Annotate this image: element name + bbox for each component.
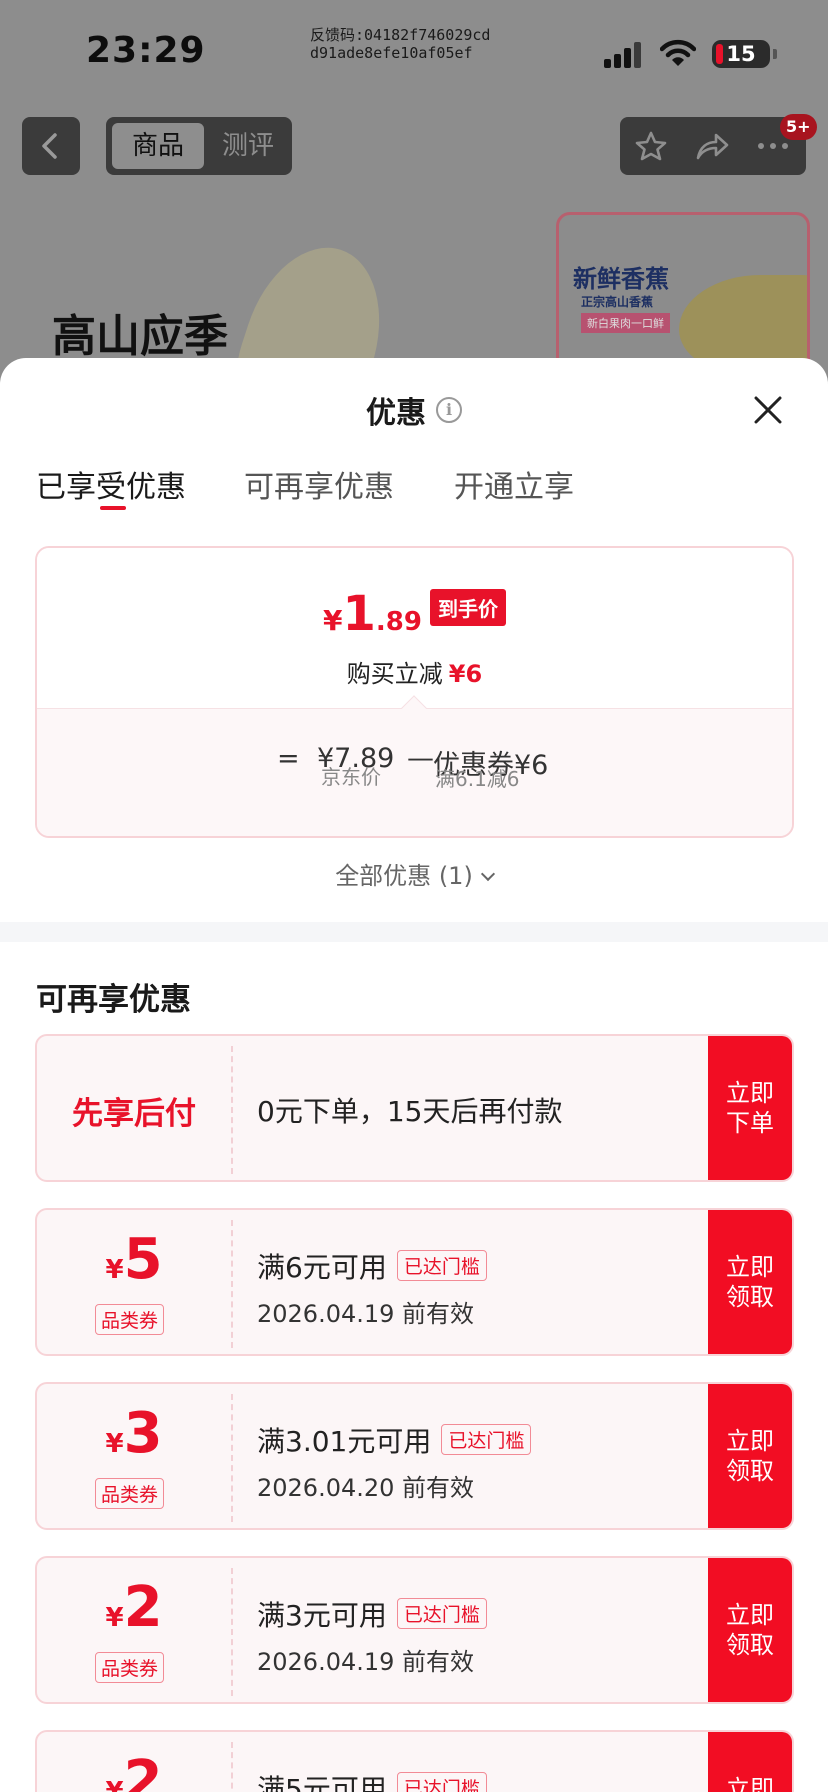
final-price: ¥1.89 到手价 — [37, 586, 792, 642]
pay-later-card: 先享后付 0元下单，15天后再付款 立即 下单 — [35, 1034, 794, 1182]
tab-enjoyed-offers[interactable]: 已享受优惠 — [36, 462, 186, 506]
coupon-condition: 满6.1减6 — [435, 767, 520, 791]
all-offers-label: 全部优惠 (1) — [335, 862, 473, 890]
pay-later-label: 先享后付 — [72, 1096, 196, 1132]
tab-more-offers[interactable]: 可再享优惠 — [244, 462, 394, 506]
more-icon[interactable] — [756, 141, 790, 151]
threshold-reached-badge: 已达门槛 — [396, 1598, 487, 1629]
product-card-tag: 新白果肉一口鲜 — [581, 313, 670, 333]
coupon-type: 品类券 — [95, 1652, 165, 1683]
battery-icon: 15 — [712, 40, 777, 68]
final-price-decimal: .89 — [375, 607, 422, 637]
coupon-card: ¥3 品类券 满3.01元可用 已达门槛 2026.04.20 前有效 立即 领取 — [35, 1382, 794, 1530]
coupon-condition: 满3元可用 已达门槛 — [257, 1594, 487, 1634]
product-card-title: 新鲜香蕉 — [573, 265, 669, 293]
section-title-more-offers: 可再享优惠 — [36, 982, 191, 1018]
share-icon[interactable] — [694, 130, 730, 162]
wifi-icon — [660, 39, 696, 66]
back-button[interactable] — [22, 117, 80, 175]
coupon-amount: ¥5 — [105, 1227, 163, 1292]
chevron-left-icon — [42, 133, 57, 159]
pay-later-text: 0元下单，15天后再付款 — [257, 1095, 563, 1128]
price-summary-card: ¥1.89 到手价 购买立减 ¥6 = ¥7.89 — 优惠券¥6 京东价 满6.1… — [35, 546, 794, 838]
threshold-reached-badge: 已达门槛 — [441, 1424, 532, 1455]
coupon-type: 品类券 — [95, 1304, 165, 1335]
background-page: 23:29 反馈码:04182f746029cd d91ade8efe10af0… — [0, 0, 828, 420]
star-icon[interactable] — [634, 130, 668, 162]
purchase-reduction: 购买立减 ¥6 — [37, 654, 792, 689]
tab-indicator — [100, 506, 126, 510]
coupon-amount: ¥3 — [105, 1401, 163, 1466]
coupon-type: 品类券 — [95, 1478, 165, 1509]
feedback-code: 反馈码:04182f746029cd d91ade8efe10af05ef — [310, 26, 490, 62]
sheet-header: 优惠 i — [0, 388, 828, 432]
threshold-reached-badge: 已达门槛 — [396, 1772, 487, 1792]
coupon-condition: 满6元可用 已达门槛 — [257, 1246, 487, 1286]
tab-open-membership[interactable]: 开通立享 — [454, 462, 574, 506]
jd-price-label: 京东价 — [321, 765, 381, 789]
price-breakdown: = ¥7.89 — 优惠券¥6 京东价 满6.1减6 — [37, 708, 792, 836]
product-tabs: 商品 测评 — [106, 117, 292, 175]
tab-review[interactable]: 测评 — [206, 123, 290, 169]
threshold-reached-badge: 已达门槛 — [396, 1250, 487, 1281]
feedback-code-line1: 反馈码:04182f746029cd — [310, 26, 491, 44]
coupon-validity: 2026.04.19 前有效 — [257, 1648, 475, 1676]
offers-sheet: 优惠 i 已享受优惠 可再享优惠 开通立享 ¥1.89 到手价 购买立减 ¥6 = ¥… — [0, 358, 828, 1792]
final-price-integer: 1 — [342, 586, 376, 642]
close-icon[interactable] — [752, 394, 784, 426]
section-divider — [0, 922, 828, 942]
battery-level: 15 — [726, 42, 756, 66]
formula-minus: — — [407, 743, 434, 774]
claim-coupon-button[interactable]: 立即 领取 — [708, 1732, 792, 1792]
sheet-title: 优惠 — [366, 396, 426, 431]
formula-equals: = — [277, 743, 300, 774]
nav-actions — [620, 117, 806, 175]
final-price-currency: ¥ — [323, 604, 343, 637]
product-card-subtitle: 正宗高山香蕉 — [581, 295, 654, 309]
chevron-down-icon — [480, 866, 495, 882]
coupon-card: ¥5 品类券 满6元可用 已达门槛 2026.04.19 前有效 立即 领取 — [35, 1208, 794, 1356]
tab-product[interactable]: 商品 — [112, 123, 204, 169]
status-time: 23:29 — [86, 30, 206, 71]
signal-icon — [604, 42, 642, 68]
coupon-validity: 2026.04.19 前有效 — [257, 1300, 475, 1328]
coupon-validity: 2026.04.20 前有效 — [257, 1474, 475, 1502]
coupon-amount: ¥2 — [105, 1575, 163, 1640]
reduction-value: ¥6 — [448, 660, 483, 688]
info-icon[interactable]: i — [436, 397, 462, 423]
product-headline: 高山应季 — [52, 311, 228, 362]
final-price-tag: 到手价 — [429, 589, 506, 626]
coupon-condition: 满5元可用 已达门槛 — [257, 1768, 487, 1792]
reduction-label: 购买立减 — [346, 660, 443, 688]
feedback-code-line2: d91ade8efe10af05ef — [310, 44, 473, 62]
message-badge: 5+ — [780, 114, 817, 140]
claim-coupon-button[interactable]: 立即 领取 — [708, 1384, 792, 1528]
claim-coupon-button[interactable]: 立即 领取 — [708, 1210, 792, 1354]
claim-coupon-button[interactable]: 立即 领取 — [708, 1558, 792, 1702]
coupon-card: ¥2 品类券 满3元可用 已达门槛 2026.04.19 前有效 立即 领取 — [35, 1556, 794, 1704]
order-now-button[interactable]: 立即 下单 — [708, 1036, 792, 1180]
all-offers-toggle[interactable]: 全部优惠 (1) — [0, 856, 828, 891]
coupon-amount: ¥2 — [105, 1749, 163, 1792]
coupon-condition: 满3.01元可用 已达门槛 — [257, 1420, 532, 1460]
coupon-card: ¥2 品类券 满5元可用已达门槛 立即 领取 — [35, 1730, 794, 1792]
status-bar: 23:29 反馈码:04182f746029cd d91ade8efe10af0… — [0, 0, 828, 100]
